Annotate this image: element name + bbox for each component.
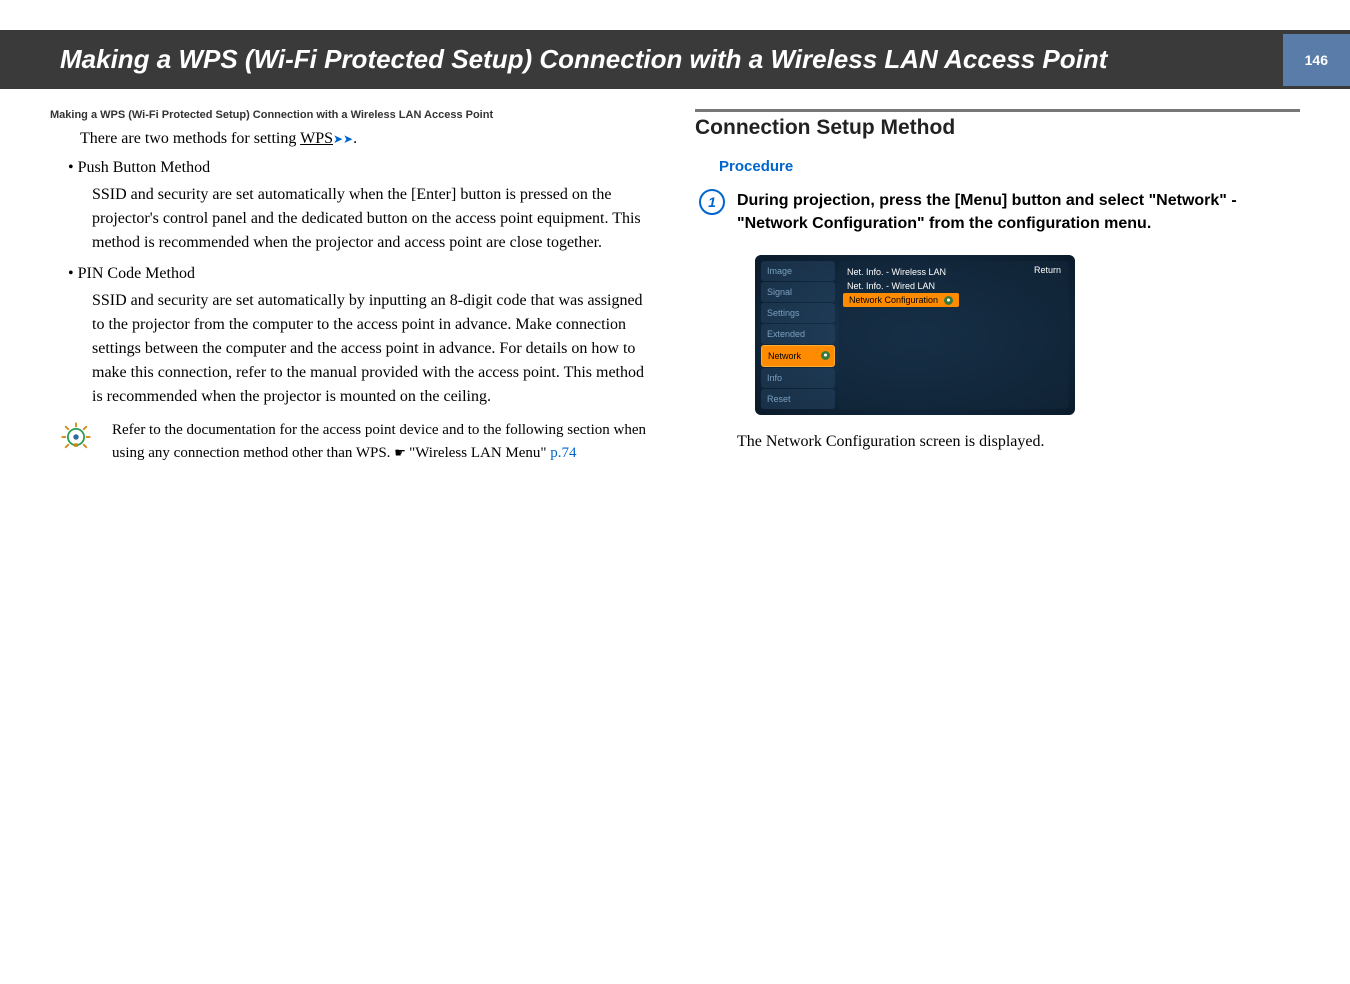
- menu-item-reset: Reset: [761, 389, 835, 409]
- menu-item-image: Image: [761, 261, 835, 281]
- menu-item-info: Info: [761, 368, 835, 388]
- content-area: Making a WPS (Wi-Fi Protected Setup) Con…: [0, 89, 1350, 484]
- tip-row: Refer to the documentation for the acces…: [50, 419, 655, 464]
- breadcrumb: Making a WPS (Wi-Fi Protected Setup) Con…: [50, 109, 655, 121]
- page-number-badge: 146: [1283, 34, 1350, 86]
- step-1: 1 During projection, press the [Menu] bu…: [699, 189, 1300, 235]
- menu-sidebar: Image Signal Settings Extended Network I…: [761, 261, 835, 409]
- section-heading: Connection Setup Method: [695, 109, 1300, 140]
- page-header: Making a WPS (Wi-Fi Protected Setup) Con…: [0, 30, 1350, 89]
- right-column: Connection Setup Method Procedure 1 Duri…: [695, 109, 1300, 464]
- left-column: Making a WPS (Wi-Fi Protected Setup) Con…: [50, 109, 655, 464]
- menu-item-extended: Extended: [761, 324, 835, 344]
- menu-item-network: Network: [761, 345, 835, 367]
- reference-icon: ☛: [394, 445, 409, 460]
- menu-return-label: Return: [1034, 265, 1061, 275]
- glossary-icon[interactable]: ➤➤: [333, 132, 353, 146]
- step-result-text: The Network Configuration screen is disp…: [737, 433, 1300, 451]
- procedure-label: Procedure: [719, 158, 1300, 175]
- wps-glossary-link[interactable]: WPS: [300, 130, 333, 147]
- menu-item-signal: Signal: [761, 282, 835, 302]
- method1-desc: SSID and security are set automatically …: [92, 183, 655, 255]
- menu-item-settings: Settings: [761, 303, 835, 323]
- svg-text:1: 1: [708, 194, 716, 210]
- menu-line-config: Network Configuration: [843, 293, 959, 307]
- intro-prefix: There are two methods for setting: [80, 130, 300, 147]
- tip-lightbulb-icon: [58, 419, 94, 455]
- menu-main-panel: Return Net. Info. - Wireless LAN Net. In…: [839, 261, 1069, 409]
- projector-menu-screenshot: Image Signal Settings Extended Network I…: [755, 255, 1075, 415]
- menu-line-wireless: Net. Info. - Wireless LAN: [843, 265, 1065, 279]
- intro-suffix: .: [353, 130, 357, 147]
- menu-line-wired: Net. Info. - Wired LAN: [843, 279, 1065, 293]
- step-instruction: During projection, press the [Menu] butt…: [737, 189, 1300, 235]
- page-title: Making a WPS (Wi-Fi Protected Setup) Con…: [60, 44, 1107, 75]
- tip-ref: "Wireless LAN Menu": [409, 445, 546, 461]
- page-link[interactable]: p.74: [547, 445, 577, 461]
- tip-text: Refer to the documentation for the acces…: [112, 419, 655, 464]
- method2-title: PIN Code Method: [80, 265, 655, 283]
- method2-desc: SSID and security are set automatically …: [92, 289, 655, 409]
- intro-text: There are two methods for setting WPS➤➤.: [80, 127, 655, 151]
- method1-title: Push Button Method: [80, 159, 655, 177]
- step-number-badge: 1: [699, 189, 725, 215]
